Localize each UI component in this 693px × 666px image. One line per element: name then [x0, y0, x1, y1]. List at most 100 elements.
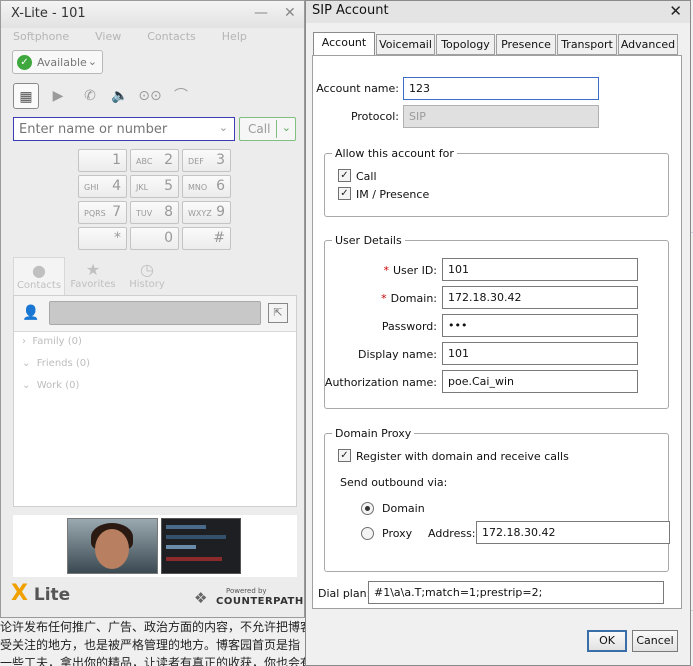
contact-search-input[interactable]	[49, 301, 261, 325]
key-letters: DEF	[188, 157, 204, 166]
auth-name-field[interactable]	[442, 370, 638, 393]
ok-button[interactable]: OK	[587, 630, 627, 652]
required-mark: *	[381, 292, 387, 305]
hangup-icon[interactable]: ⌒	[168, 83, 194, 109]
keypad-key-5[interactable]: JKL 5	[130, 175, 179, 198]
app-screenshot-image	[161, 518, 241, 574]
outbound-domain-radio[interactable]	[361, 502, 374, 515]
keypad-key-2[interactable]: ABC 2	[130, 149, 179, 172]
outbound-domain-label: Domain	[382, 502, 425, 515]
dial-plan-field[interactable]	[368, 581, 664, 604]
tab-presence[interactable]: Presence	[496, 34, 556, 55]
allow-account-group-title: Allow this account for	[332, 147, 457, 160]
counterpath-icon: ❖	[194, 589, 208, 607]
account-name-input[interactable]	[404, 78, 598, 99]
presence-dropdown[interactable]: ✓ Available ⌄	[12, 50, 103, 74]
auth-name-input[interactable]	[443, 371, 637, 392]
display-name-field[interactable]	[442, 342, 638, 365]
key-digit: 2	[164, 152, 173, 168]
keypad-key-3[interactable]: DEF 3	[182, 149, 231, 172]
proxy-address-input[interactable]	[477, 522, 669, 543]
keypad-key-1[interactable]: 1	[78, 149, 127, 172]
keypad-key-7[interactable]: PQRS 7	[78, 201, 127, 224]
key-digit: 5	[164, 178, 173, 194]
dialog-titlebar[interactable]: SIP Account ✕	[306, 1, 690, 23]
speaker-icon[interactable]: 🔈	[107, 83, 133, 109]
keypad-key-0[interactable]: 0	[130, 227, 179, 250]
key-digit: 9	[216, 204, 225, 220]
protocol-label: Protocol:	[350, 110, 399, 123]
app-screenshot-bar	[166, 557, 222, 561]
tab-favorites[interactable]: ★ Favorites	[67, 257, 119, 295]
send-outbound-label: Send outbound via:	[340, 476, 448, 489]
expand-icon[interactable]: ⇱	[268, 303, 288, 323]
video-icon[interactable]: ▶	[45, 83, 71, 109]
phone-icon[interactable]: ✆	[77, 83, 103, 109]
dialpad-icon[interactable]: ▦	[13, 83, 39, 109]
tab-account[interactable]: Account	[313, 32, 375, 56]
contact-group[interactable]: ⌄ Work (0)	[22, 380, 79, 391]
cancel-button[interactable]: Cancel	[632, 630, 678, 652]
menu-softphone[interactable]: Softphone	[13, 30, 69, 43]
password-input[interactable]	[443, 315, 637, 336]
domain-label-text: Domain:	[390, 292, 437, 305]
xlite-titlebar[interactable]: X-Lite - 101 — ✕	[1, 1, 304, 28]
outbound-proxy-radio[interactable]	[361, 527, 374, 540]
presence-label: Available	[37, 56, 87, 69]
minimize-icon[interactable]: —	[254, 5, 268, 21]
tab-voicemail[interactable]: Voicemail	[376, 34, 435, 55]
allow-im-label: IM / Presence	[356, 188, 430, 201]
tab-contacts-label: Contacts	[16, 280, 62, 291]
close-icon[interactable]: ✕	[669, 2, 682, 20]
clock-icon: ◷	[140, 260, 154, 279]
tab-history[interactable]: ◷ History	[121, 257, 173, 295]
menu-contacts[interactable]: Contacts	[147, 30, 196, 43]
promo-banner[interactable]	[13, 515, 297, 577]
keypad-key-6[interactable]: MNO 6	[182, 175, 231, 198]
proxy-address-field[interactable]	[476, 521, 670, 544]
tab-contacts[interactable]: ● Contacts	[13, 257, 65, 295]
contact-group[interactable]: › Family (0)	[22, 336, 82, 347]
tab-topology[interactable]: Topology	[436, 34, 495, 55]
keypad-key-star[interactable]: *	[78, 227, 127, 250]
keypad-key-4[interactable]: GHI 4	[78, 175, 127, 198]
voicemail-icon[interactable]: ⊙⊙	[137, 83, 163, 109]
password-label: Password:	[381, 320, 437, 333]
xlite-logo-x: X	[11, 581, 28, 606]
chevron-down-icon[interactable]: ⌄	[219, 121, 228, 134]
menu-help[interactable]: Help	[222, 30, 247, 43]
contact-group[interactable]: ⌄ Friends (0)	[22, 358, 90, 369]
close-icon[interactable]: ✕	[284, 5, 296, 21]
dial-input[interactable]	[14, 118, 209, 140]
domain-input[interactable]	[443, 287, 637, 308]
allow-im-checkbox[interactable]: ✓	[338, 187, 351, 200]
key-digit: 7	[112, 204, 121, 220]
keypad-key-8[interactable]: TUV 8	[130, 201, 179, 224]
dial-plan-input[interactable]	[369, 582, 663, 603]
allow-call-checkbox[interactable]: ✓	[338, 169, 351, 182]
register-label: Register with domain and receive calls	[356, 450, 569, 463]
add-contact-icon[interactable]: 👤	[22, 305, 39, 321]
user-id-field[interactable]	[442, 258, 638, 281]
protocol-field	[403, 105, 599, 128]
counterpath-brand: COUNTERPATH	[216, 596, 304, 607]
key-digit: *	[114, 230, 121, 246]
call-button[interactable]: Call ⌄	[239, 117, 296, 141]
dial-input-box[interactable]: ⌄	[13, 117, 235, 141]
keypad-key-hash[interactable]: #	[182, 227, 231, 250]
user-id-input[interactable]	[443, 259, 637, 280]
password-field[interactable]	[442, 314, 638, 337]
tab-transport[interactable]: Transport	[557, 34, 617, 55]
domain-field[interactable]	[442, 286, 638, 309]
tab-advanced[interactable]: Advanced	[618, 34, 678, 55]
key-digit: 3	[216, 152, 225, 168]
chevron-down-icon[interactable]: ⌄	[282, 121, 291, 134]
keypad-key-9[interactable]: WXYZ 9	[182, 201, 231, 224]
account-name-field[interactable]	[403, 77, 599, 100]
menu-view[interactable]: View	[95, 30, 121, 43]
person-icon: ●	[32, 261, 46, 280]
xlite-menubar: Softphone View Contacts Help	[13, 30, 247, 43]
video-call-image	[67, 518, 158, 574]
register-checkbox[interactable]: ✓	[338, 449, 351, 462]
display-name-input[interactable]	[443, 343, 637, 364]
